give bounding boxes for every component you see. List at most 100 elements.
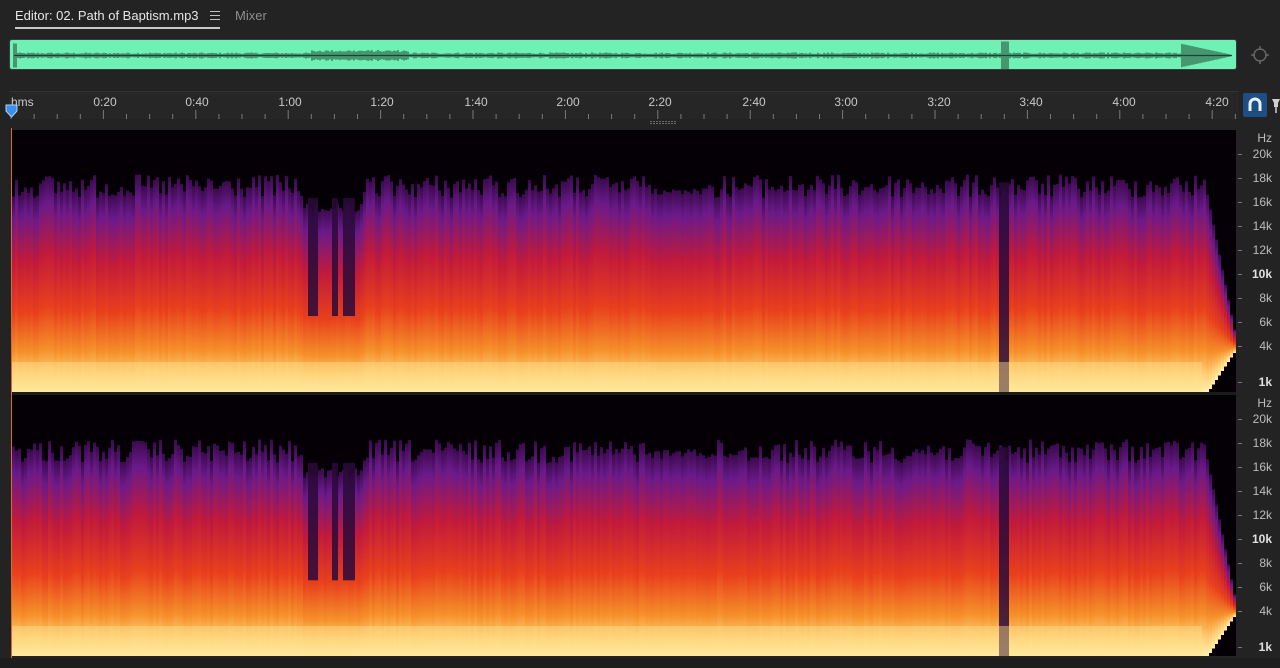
spectral-column [669,455,672,656]
spectral-column [1227,299,1230,362]
hz-tick [1238,443,1242,444]
spectral-column [1110,176,1113,392]
spectral-column [837,174,840,392]
spectral-column [765,179,768,392]
spectral-column [1182,191,1185,392]
spectral-column [600,178,603,392]
spectral-column [942,446,945,656]
spectral-column [684,190,687,392]
spectral-column [462,179,465,392]
spectral-column [573,442,576,656]
spectral-column [873,447,876,656]
spectral-column [168,177,171,392]
spectral-column [792,189,795,392]
spectral-column [981,455,984,656]
hz-label: 10k [1251,267,1272,281]
spectral-column [1080,448,1083,656]
ruler-label: 4:20 [1205,95,1229,109]
bottom-scrollbar[interactable] [0,658,1280,668]
spectral-column [69,455,72,656]
spectral-column [612,184,615,392]
spectral-column [582,190,585,392]
hz-tick [1238,154,1242,155]
spectral-column [1110,444,1113,656]
spectral-column [189,179,192,392]
spectral-column [492,185,495,392]
spectral-column [591,183,594,392]
spectral-column [372,177,375,392]
spectral-column [972,182,975,392]
spectral-column [513,178,516,392]
spectral-column [576,177,579,392]
spectral-column [732,455,735,656]
spectral-column [702,455,705,656]
spectral-column [567,446,570,656]
spectral-column [747,185,750,392]
hamburger-menu-icon[interactable] [210,11,221,21]
spectral-column [621,181,624,392]
spectral-column [570,175,573,392]
spectral-column [498,440,501,656]
spectral-column [543,445,546,656]
spectral-column [693,189,696,392]
spectral-column [207,446,210,656]
spectral-column [270,439,273,656]
spectral-column [1083,191,1086,392]
pin-icon[interactable] [1270,93,1280,117]
tab-mixer[interactable]: Mixer [235,7,267,25]
spectral-column [534,185,537,392]
spectral-column [486,178,489,392]
spectral-column [117,191,120,392]
spectral-column [822,447,825,656]
spectral-column [870,184,873,392]
spectral-column [222,450,225,656]
tab-mixer-label: Mixer [235,8,267,23]
spectral-column [864,187,867,392]
frequency-scale-right[interactable]: Hz 20k 18k 16k 14k 12k 10k 8k 6k 4k 1k [1238,395,1280,656]
spectral-column [1032,176,1035,392]
spectral-column [561,455,564,656]
spectral-column [738,189,741,392]
spectral-column [1023,448,1026,656]
hz-label: 14k [1252,484,1272,498]
spectral-column [966,174,969,392]
spectral-column [675,451,678,656]
spectral-column [828,450,831,656]
spectral-column [975,446,978,656]
spectral-column [930,452,933,656]
spectral-column [1200,442,1203,656]
tab-editor[interactable]: Editor: 02. Path of Baptism.mp3 [15,7,221,29]
spectral-column [153,179,156,392]
spectral-column [162,181,165,392]
spectral-low-band [12,362,1202,392]
zoom-crosshair-icon[interactable] [1250,45,1270,65]
spectral-display-channel-left[interactable] [12,130,1236,392]
spectral-column [402,450,405,656]
spectral-column [423,449,426,656]
snap-toggle-button[interactable] [1243,93,1267,117]
frequency-scale-left[interactable]: Hz 20k 18k 16k 14k 12k 10k 8k 6k 4k 1k [1238,130,1280,392]
hz-label: 20k [1252,412,1272,426]
spectral-column [693,449,696,656]
spectral-display-channel-right[interactable] [12,395,1236,656]
spectral-column [948,181,951,392]
spectral-column [450,444,453,656]
spectral-column [522,443,525,656]
playhead-marker-icon[interactable] [5,104,18,118]
spectral-column [384,176,387,392]
spectral-column [543,175,546,392]
spectral-column [1059,174,1062,392]
hz-tick [1238,322,1242,323]
spectral-gap [343,198,355,317]
spectral-column [993,453,996,656]
panel-splitter-grip[interactable] [650,121,678,125]
spectral-column [237,178,240,392]
spectral-column [1086,181,1089,392]
spectral-column [177,178,180,392]
time-ruler[interactable]: hms 0:20 0:40 1:00 1:20 1:40 2:00 2:20 2:40 3:00 3… [9,91,1239,119]
spectral-column [1074,177,1077,392]
overview-waveform[interactable] [9,39,1237,70]
spectral-column [1146,184,1149,392]
spectral-column [423,181,426,392]
spectral-column [759,179,762,392]
